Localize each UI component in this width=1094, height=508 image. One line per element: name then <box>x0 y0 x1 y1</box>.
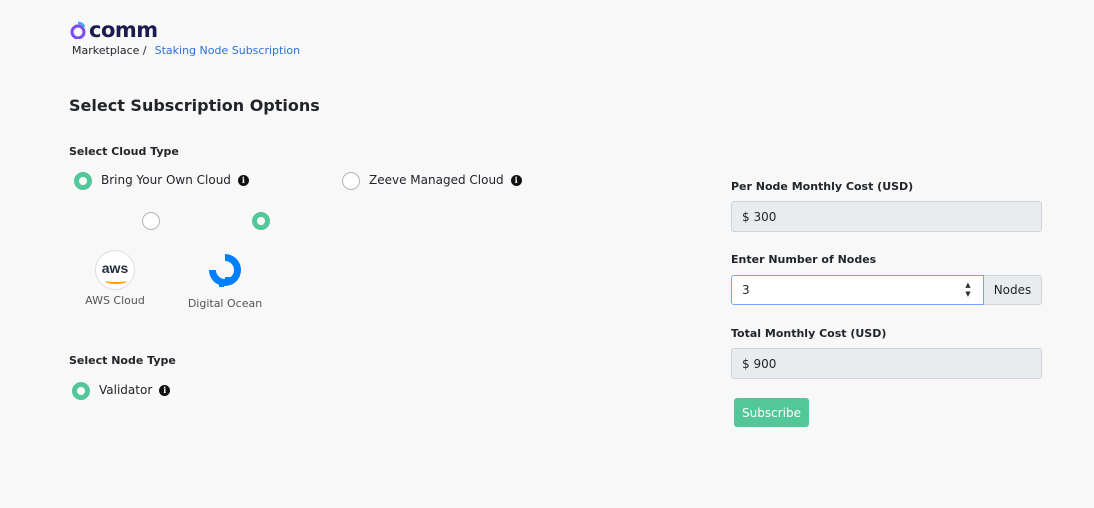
nodes-input[interactable]: 3 ▲ ▼ <box>731 275 984 305</box>
brand-mark-icon <box>70 21 86 39</box>
aws-logo-icon: aws <box>95 250 135 290</box>
nodes-input-group: 3 ▲ ▼ Nodes <box>731 275 1042 305</box>
subscribe-button[interactable]: Subscribe <box>734 398 809 427</box>
stepper-up-icon[interactable]: ▲ <box>963 281 973 290</box>
info-icon[interactable]: i <box>510 174 522 186</box>
digital-ocean-logo-icon <box>209 254 241 287</box>
aws-cloud-label: AWS Cloud <box>85 294 145 307</box>
option-bring-your-own-cloud: Bring Your Own Cloud i <box>101 173 249 187</box>
radio-bring-your-own-cloud[interactable] <box>74 172 92 190</box>
number-of-nodes-label: Enter Number of Nodes <box>731 253 877 266</box>
radio-aws-cloud[interactable] <box>142 212 160 230</box>
breadcrumb: Marketplace / Staking Node Subscription <box>72 44 300 57</box>
option-zeeve-managed-cloud-label: Zeeve Managed Cloud <box>369 173 504 187</box>
option-zeeve-managed-cloud: Zeeve Managed Cloud i <box>369 173 522 187</box>
provider-digital-ocean[interactable]: Digital Ocean <box>186 250 264 310</box>
page-title: Select Subscription Options <box>69 96 320 115</box>
breadcrumb-current[interactable]: Staking Node Subscription <box>155 44 300 57</box>
nodes-input-value: 3 <box>742 283 750 297</box>
info-icon[interactable]: i <box>159 384 171 396</box>
brand-name: comm <box>89 18 158 42</box>
nodes-addon-label: Nodes <box>984 275 1042 305</box>
cloud-type-label: Select Cloud Type <box>69 145 179 158</box>
total-cost-field: $ 900 <box>731 348 1042 379</box>
radio-digital-ocean[interactable] <box>252 212 270 230</box>
digital-ocean-label: Digital Ocean <box>187 297 263 310</box>
brand-logo[interactable]: comm <box>69 18 158 42</box>
node-type-label: Select Node Type <box>69 354 176 367</box>
nodes-stepper[interactable]: ▲ ▼ <box>963 281 973 299</box>
provider-aws-cloud[interactable]: aws AWS Cloud <box>80 250 150 307</box>
radio-validator[interactable] <box>72 382 90 400</box>
option-bring-your-own-cloud-label: Bring Your Own Cloud <box>101 173 231 187</box>
stepper-down-icon[interactable]: ▼ <box>963 290 973 299</box>
option-validator: Validator i <box>99 383 171 397</box>
breadcrumb-marketplace[interactable]: Marketplace / <box>72 44 147 57</box>
info-icon[interactable]: i <box>237 174 249 186</box>
option-validator-label: Validator <box>99 383 153 397</box>
total-cost-label: Total Monthly Cost (USD) <box>731 327 887 340</box>
per-node-cost-field: $ 300 <box>731 201 1042 232</box>
radio-zeeve-managed-cloud[interactable] <box>342 172 360 190</box>
per-node-cost-label: Per Node Monthly Cost (USD) <box>731 180 914 193</box>
